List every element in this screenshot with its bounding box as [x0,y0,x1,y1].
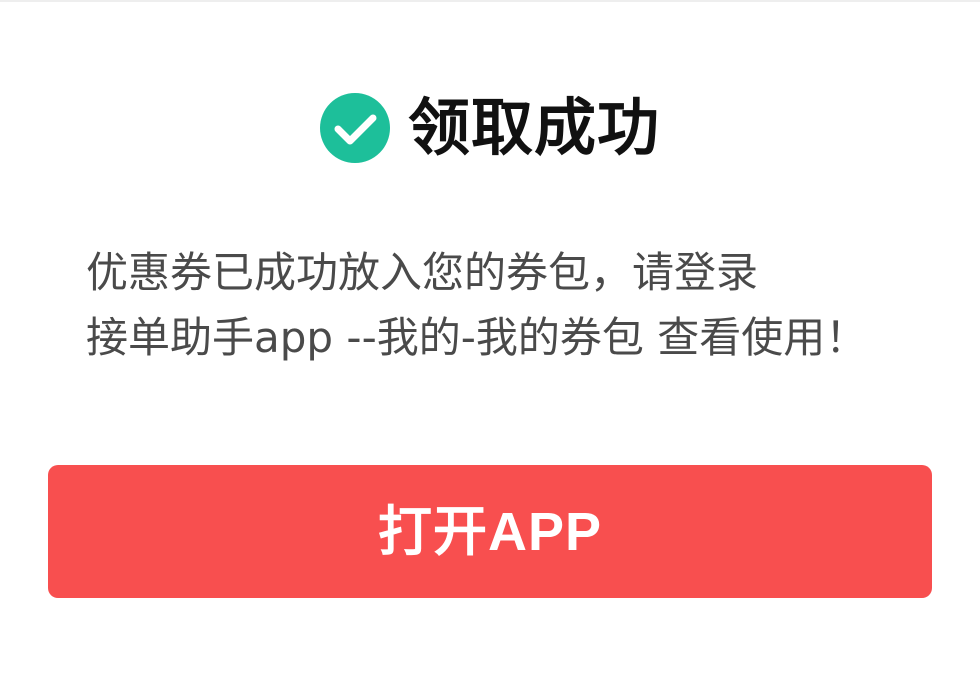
open-app-button-label: 打开APP [377,501,603,562]
open-app-button[interactable]: 打开APP [48,465,932,598]
message-line-1: 优惠券已成功放入您的券包，请登录 [86,248,759,297]
check-circle-icon [319,93,390,163]
dialog-message: 优惠券已成功放入您的券包，请登录 接单助手app --我的-我的券包 查看使用！ [86,240,916,370]
dialog-header: 领取成功 [0,90,980,166]
message-line-2: 接单助手app --我的-我的券包 查看使用！ [86,313,868,362]
check-circle-icon-background [319,93,390,163]
dialog-title: 领取成功 [407,91,660,164]
coupon-success-dialog: 领取成功 优惠券已成功放入您的券包，请登录 接单助手app --我的-我的券包 … [0,0,980,679]
